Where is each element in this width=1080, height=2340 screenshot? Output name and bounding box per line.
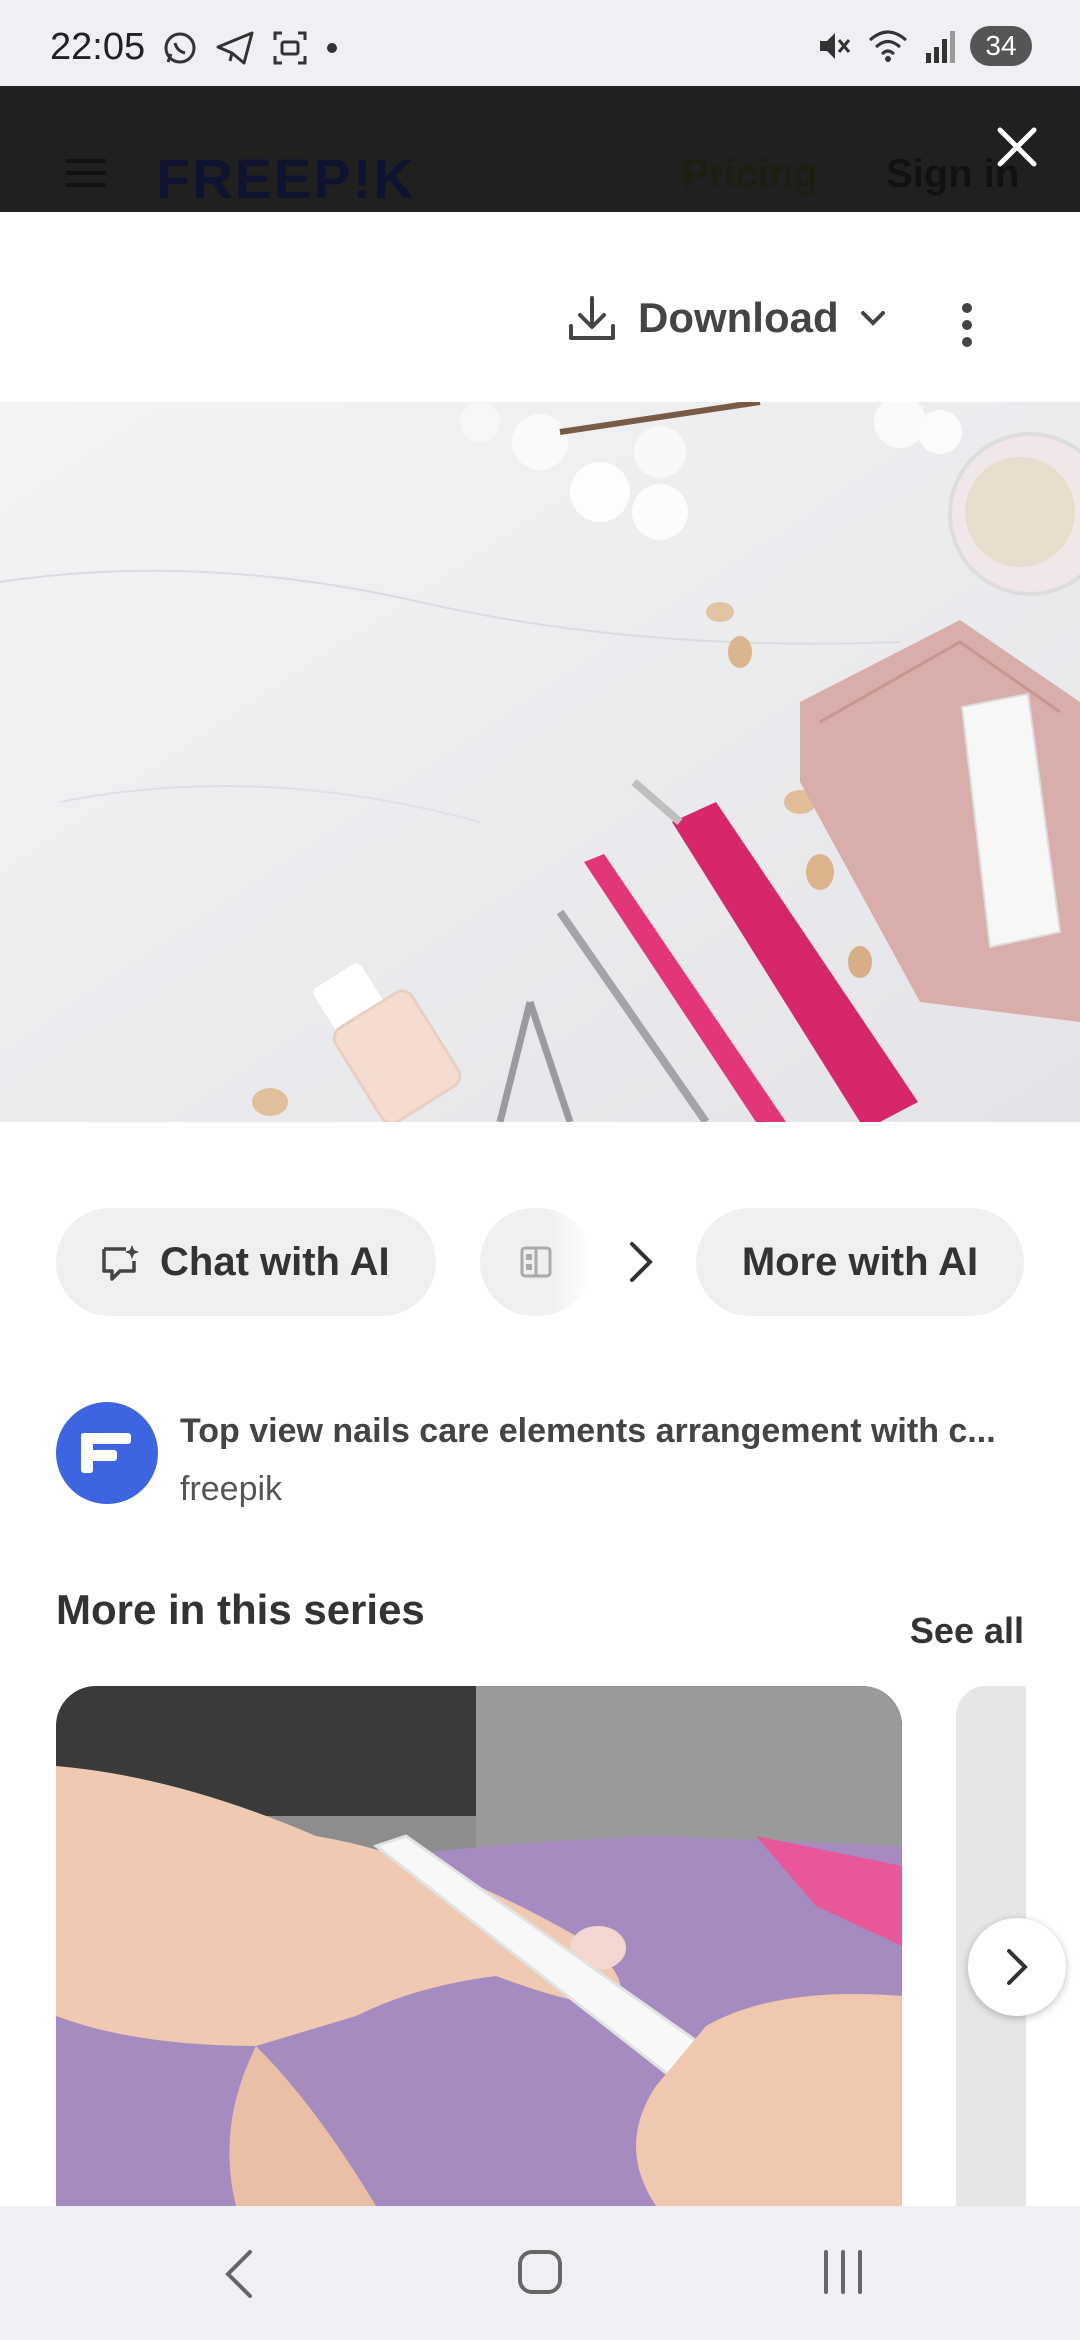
see-all-link[interactable]: See all xyxy=(910,1610,1024,1652)
chevron-down-icon xyxy=(860,311,885,326)
dot-icon xyxy=(327,43,337,53)
status-system-icons: 34 xyxy=(816,26,1032,66)
more-options-icon[interactable] xyxy=(958,302,976,348)
chat-with-ai-label: Chat with AI xyxy=(160,1239,390,1284)
nail-care-photo xyxy=(0,402,1080,1122)
pricing-link[interactable]: Pricing xyxy=(682,152,818,197)
chat-ai-icon xyxy=(102,1245,139,1281)
freepik-logo-icon xyxy=(81,1433,131,1473)
download-icon xyxy=(569,296,615,340)
chat-with-ai-button[interactable]: Chat with AI xyxy=(56,1208,436,1316)
more-with-ai-label: More with AI xyxy=(741,1239,979,1284)
download-button[interactable]: Download xyxy=(566,292,887,344)
whatsapp-icon xyxy=(164,32,196,64)
series-card[interactable] xyxy=(56,1686,902,2206)
status-notification-icons xyxy=(162,30,338,66)
hamburger-menu-icon[interactable] xyxy=(66,158,106,188)
series-heading: More in this series xyxy=(56,1586,425,1633)
system-nav-bar xyxy=(0,2206,1080,2340)
compare-icon xyxy=(520,1246,552,1278)
header-overlay: FREEP!K Pricing Sign in xyxy=(0,86,1080,212)
wifi-icon xyxy=(869,30,907,62)
download-label: Download xyxy=(638,294,839,341)
screenshot-icon xyxy=(273,31,307,65)
back-icon[interactable] xyxy=(222,2248,256,2300)
telegram-icon xyxy=(216,31,254,65)
more-with-ai-button[interactable]: More with AI xyxy=(696,1208,1024,1316)
chevron-right-icon xyxy=(1007,1949,1028,1985)
ai-tool-chip[interactable] xyxy=(480,1208,592,1316)
mute-icon xyxy=(820,33,851,59)
image-title[interactable]: Top view nails care elements arrangement… xyxy=(180,1412,1030,1451)
signal-icon xyxy=(926,31,955,63)
main-image[interactable] xyxy=(0,402,1080,1122)
home-icon[interactable] xyxy=(516,2248,564,2296)
status-time: 22:05 xyxy=(50,26,146,68)
author-avatar[interactable] xyxy=(56,1402,158,1504)
chevron-right-icon[interactable] xyxy=(626,1238,656,1286)
image-toolbar: Download xyxy=(0,212,1080,402)
carousel-next-button[interactable] xyxy=(968,1918,1066,2016)
ai-actions-row: Chat with AI More with AI xyxy=(0,1208,1080,1318)
brand-logo[interactable]: FREEP!K xyxy=(156,146,416,211)
author-name[interactable]: freepik xyxy=(180,1470,282,1509)
status-bar: 22:05 34 xyxy=(0,0,1080,86)
recent-apps-icon[interactable] xyxy=(820,2250,866,2294)
manicure-photo xyxy=(56,1686,902,2206)
battery-indicator: 34 xyxy=(970,26,1032,66)
close-icon[interactable] xyxy=(994,124,1040,170)
